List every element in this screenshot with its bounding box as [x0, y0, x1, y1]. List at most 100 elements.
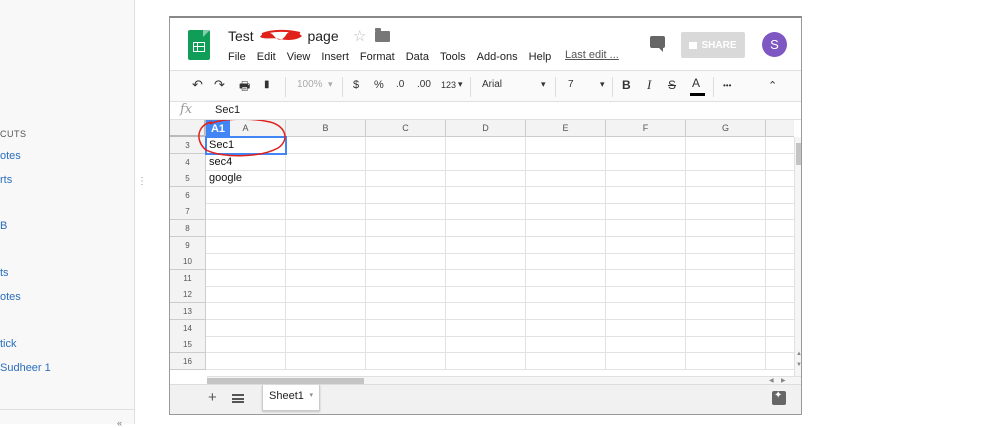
grid-cell[interactable]: [526, 303, 606, 320]
font-size-select[interactable]: 7: [568, 79, 574, 90]
grid-cell[interactable]: [766, 286, 794, 303]
grid-cell[interactable]: [526, 336, 606, 353]
cell-column-a[interactable]: [206, 336, 286, 353]
menu-insert[interactable]: Insert: [321, 51, 349, 65]
paint-format-icon[interactable]: ▮: [264, 79, 270, 90]
text-color-button[interactable]: A: [692, 76, 700, 90]
grid-cell[interactable]: [526, 187, 606, 204]
grid-cell[interactable]: [686, 237, 766, 254]
increase-decimals-button[interactable]: .00: [417, 79, 431, 90]
grid-cell[interactable]: [526, 320, 606, 337]
grid-cell[interactable]: [366, 270, 446, 287]
grid-cell[interactable]: [526, 137, 606, 154]
grid-cell[interactable]: [526, 286, 606, 303]
row-header[interactable]: 11: [170, 270, 206, 287]
grid-cell[interactable]: [366, 137, 446, 154]
sidebar-item-notes-2[interactable]: otes: [0, 291, 21, 303]
last-edit-link[interactable]: Last edit ...: [565, 49, 619, 61]
grid-cell[interactable]: [286, 220, 366, 237]
grid-cell[interactable]: [526, 270, 606, 287]
grid-cell[interactable]: [606, 237, 686, 254]
row-header[interactable]: 15: [170, 336, 206, 353]
grid-cell[interactable]: [606, 253, 686, 270]
grid-cell[interactable]: [606, 286, 686, 303]
grid-cell[interactable]: [286, 187, 366, 204]
scroll-up-icon[interactable]: ▲: [796, 351, 801, 357]
sidebar-item-notes[interactable]: otes: [0, 150, 21, 162]
cell-column-a[interactable]: [206, 237, 286, 254]
grid-cell[interactable]: [606, 353, 686, 370]
cell-column-a[interactable]: google: [206, 170, 286, 187]
grid-cell[interactable]: [286, 270, 366, 287]
grid-cell[interactable]: [286, 170, 366, 187]
row-header[interactable]: 7: [170, 203, 206, 220]
grid-cell[interactable]: [526, 237, 606, 254]
cell-column-a[interactable]: [206, 220, 286, 237]
grid-cell[interactable]: [366, 237, 446, 254]
grid-cell[interactable]: [366, 320, 446, 337]
cell-column-a[interactable]: [206, 253, 286, 270]
grid-cell[interactable]: [766, 170, 794, 187]
undo-icon[interactable]: ↶: [192, 77, 203, 93]
font-select[interactable]: Arial: [482, 79, 502, 90]
menu-format[interactable]: Format: [360, 51, 395, 65]
grid-cell[interactable]: [446, 154, 526, 171]
grid-cell[interactable]: [366, 170, 446, 187]
row-header[interactable]: 16: [170, 353, 206, 370]
grid-cell[interactable]: [446, 253, 526, 270]
more-options-icon[interactable]: •••: [723, 81, 731, 90]
star-icon[interactable]: ☆: [353, 27, 366, 45]
grid-cell[interactable]: [446, 220, 526, 237]
sidebar-item-tick[interactable]: tick: [0, 338, 17, 350]
grid-cell[interactable]: [446, 237, 526, 254]
grid-cell[interactable]: [526, 170, 606, 187]
cell-column-a[interactable]: [206, 320, 286, 337]
grid-cell[interactable]: [686, 220, 766, 237]
bold-button[interactable]: B: [622, 78, 631, 92]
more-formats-caret-icon[interactable]: ▾: [458, 79, 463, 90]
scroll-left-icon[interactable]: ◀: [769, 377, 774, 384]
cell-column-a[interactable]: [206, 286, 286, 303]
grid-cell[interactable]: [446, 353, 526, 370]
grid-cell[interactable]: [766, 303, 794, 320]
grid-cell[interactable]: [286, 336, 366, 353]
collapse-toolbar-icon[interactable]: ⌃: [768, 79, 777, 92]
cell-column-a[interactable]: [206, 303, 286, 320]
grid-cell[interactable]: [686, 203, 766, 220]
column-header-g[interactable]: G: [686, 120, 766, 137]
strikethrough-button[interactable]: S: [668, 78, 676, 92]
font-caret-icon[interactable]: ▾: [541, 79, 546, 90]
row-header[interactable]: 6: [170, 187, 206, 204]
grid-cell[interactable]: [526, 353, 606, 370]
grid-cell[interactable]: [606, 170, 686, 187]
grid-cell[interactable]: [766, 154, 794, 171]
menu-view[interactable]: View: [287, 51, 311, 65]
explore-icon[interactable]: [772, 390, 786, 405]
grid-cell[interactable]: [686, 303, 766, 320]
grid-cell[interactable]: [366, 353, 446, 370]
cell-column-a[interactable]: [206, 270, 286, 287]
formula-input[interactable]: Sec1: [215, 104, 240, 116]
grid-cell[interactable]: [606, 137, 686, 154]
grid-cell[interactable]: [526, 253, 606, 270]
avatar[interactable]: S: [762, 32, 787, 57]
grid-cell[interactable]: [686, 170, 766, 187]
grid-cell[interactable]: [686, 253, 766, 270]
currency-format-button[interactable]: $: [353, 79, 359, 91]
grid-cell[interactable]: [766, 270, 794, 287]
grid-cell[interactable]: [606, 303, 686, 320]
grid-cell[interactable]: [286, 286, 366, 303]
grid-cell[interactable]: [286, 203, 366, 220]
grid-cell[interactable]: [606, 203, 686, 220]
grid-cell[interactable]: [286, 253, 366, 270]
grid-cell[interactable]: [286, 237, 366, 254]
grid-cell[interactable]: [606, 336, 686, 353]
row-header[interactable]: 13: [170, 303, 206, 320]
grid-cell[interactable]: [766, 137, 794, 154]
grid-cell[interactable]: [366, 154, 446, 171]
cell-column-a[interactable]: [206, 187, 286, 204]
grid-cell[interactable]: [606, 187, 686, 204]
grid-cell[interactable]: [366, 336, 446, 353]
sidebar-item-b[interactable]: B: [0, 220, 7, 232]
sidebar-item-ts[interactable]: ts: [0, 267, 9, 279]
